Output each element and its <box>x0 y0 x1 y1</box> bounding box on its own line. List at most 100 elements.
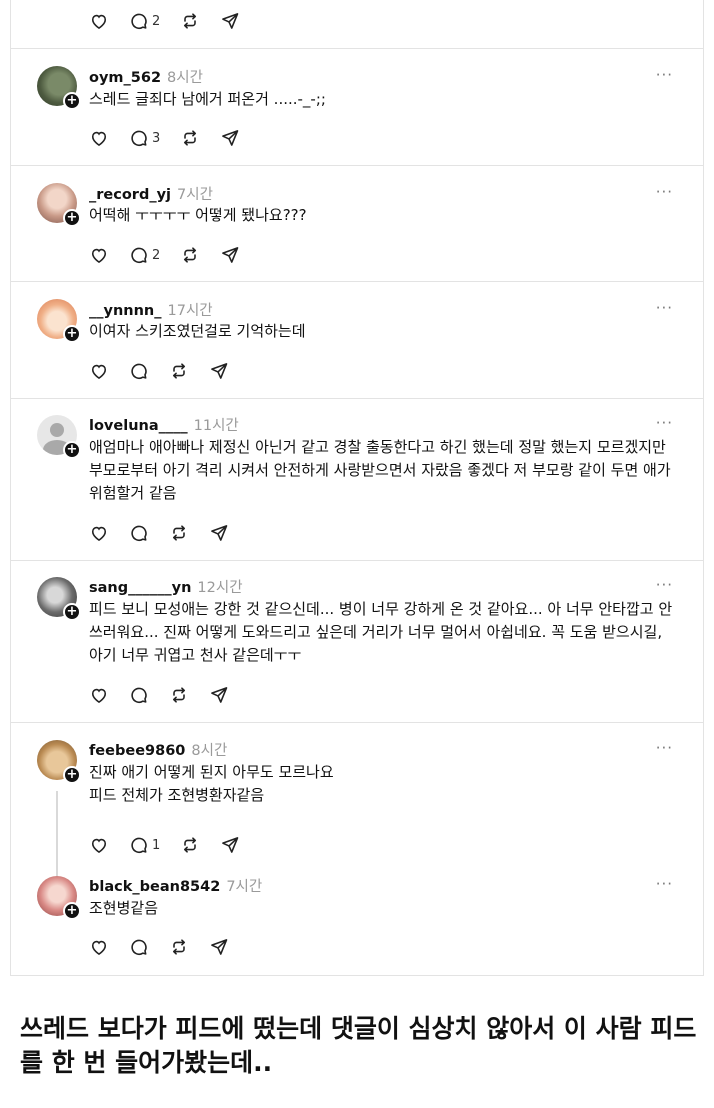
comment-button[interactable] <box>129 685 149 705</box>
share-button[interactable] <box>209 361 229 381</box>
comment-icon <box>131 837 147 854</box>
follow-plus-icon[interactable]: + <box>63 92 81 110</box>
timestamp: 17시간 <box>167 303 213 319</box>
list-item: + loveluna____ 11시간 ··· 애엄마나 애아빠나 제정신 아닌거… <box>11 399 703 561</box>
avatar[interactable]: + <box>37 876 81 920</box>
comment-count: 2 <box>152 247 161 263</box>
avatar[interactable]: + <box>37 183 81 227</box>
share-button[interactable] <box>209 523 229 543</box>
follow-plus-icon[interactable]: + <box>63 902 81 920</box>
repost-button[interactable] <box>180 11 200 31</box>
comment-text: 이여자 스키조였던걸로 기억하는데 <box>89 322 306 340</box>
comment-count: 1 <box>152 837 161 853</box>
repost-icon <box>172 525 186 541</box>
like-button[interactable] <box>89 685 109 705</box>
comment-button[interactable]: 2 <box>129 11 160 31</box>
heart-icon <box>91 838 107 854</box>
repost-icon <box>184 13 197 29</box>
timestamp: 8시간 <box>191 743 228 759</box>
repost-button[interactable] <box>169 685 189 705</box>
avatar[interactable]: + <box>37 299 81 343</box>
like-button[interactable] <box>89 835 109 855</box>
heart-icon <box>91 940 107 956</box>
more-options-icon[interactable]: ··· <box>656 741 673 756</box>
repost-button[interactable] <box>180 128 200 148</box>
more-options-icon[interactable]: ··· <box>656 877 673 892</box>
comment-button[interactable] <box>129 523 149 543</box>
comment-icon <box>131 130 147 147</box>
more-options-icon[interactable]: ··· <box>656 68 673 83</box>
send-icon <box>222 247 239 263</box>
repost-icon <box>184 130 197 146</box>
heart-icon <box>91 526 107 542</box>
list-item: + __ynnnn_ 17시간 ··· 이여자 스키조였던걸로 기억하는데 <box>11 282 703 399</box>
follow-plus-icon[interactable]: + <box>63 603 81 621</box>
send-icon <box>222 837 239 853</box>
username[interactable]: loveluna____ 11시간 <box>89 414 239 435</box>
username[interactable]: sang______yn 12시간 <box>89 576 243 597</box>
comment-icon <box>131 247 147 264</box>
more-options-icon[interactable]: ··· <box>656 416 673 431</box>
comment-button[interactable]: 2 <box>129 245 160 265</box>
username[interactable]: oym_562 8시간 <box>89 66 203 87</box>
share-button[interactable] <box>220 245 240 265</box>
comment-feed: 2 + oym_562 8시간 ··· 스레드 글죄다 남에거 퍼온거 .....… <box>10 0 704 976</box>
comment-icon <box>131 525 147 542</box>
repost-button[interactable] <box>180 835 200 855</box>
comment-text: 진짜 애기 어떻게 된지 아무도 모르나요 피드 전체가 조현병환자같음 <box>89 763 334 804</box>
username[interactable]: __ynnnn_ 17시간 <box>89 299 213 320</box>
comment-text: 스레드 글죄다 남에거 퍼온거 .....-_-;; <box>89 90 326 108</box>
comment-text: 어떡해 ㅜㅜㅜㅜ 어떻게 됐나요??? <box>89 206 307 224</box>
send-icon <box>222 130 239 146</box>
list-item: + sang______yn 12시간 ··· 피드 보니 모성애는 강한 것 같… <box>11 561 703 723</box>
follow-plus-icon[interactable]: + <box>63 209 81 227</box>
like-button[interactable] <box>89 128 109 148</box>
comment-icon <box>131 687 147 704</box>
comment-button[interactable] <box>129 937 149 957</box>
comment-text: 애엄마나 애아빠나 제정신 아닌거 같고 경찰 출동한다고 하긴 했는데 정말 … <box>89 438 676 502</box>
repost-button[interactable] <box>169 361 189 381</box>
username[interactable]: feebee9860 8시간 <box>89 739 227 760</box>
follow-plus-icon[interactable]: + <box>63 766 81 784</box>
repost-button[interactable] <box>169 523 189 543</box>
avatar[interactable]: + <box>37 740 81 784</box>
more-options-icon[interactable]: ··· <box>656 578 673 593</box>
comment-count: 3 <box>152 130 161 146</box>
like-button[interactable] <box>89 523 109 543</box>
share-button[interactable] <box>209 937 229 957</box>
timestamp: 7시간 <box>177 187 213 203</box>
timestamp: 11시간 <box>193 418 239 434</box>
action-bar: 2 <box>89 10 260 32</box>
repost-button[interactable] <box>180 245 200 265</box>
more-options-icon[interactable]: ··· <box>656 301 673 316</box>
avatar[interactable]: + <box>37 577 81 621</box>
like-button[interactable] <box>89 937 109 957</box>
avatar[interactable]: + <box>37 66 81 110</box>
heart-icon <box>91 131 107 147</box>
avatar[interactable]: + <box>37 415 81 459</box>
comment-text: 조현병같음 <box>89 899 159 917</box>
comment-button[interactable]: 1 <box>129 835 160 855</box>
list-item: + oym_562 8시간 ··· 스레드 글죄다 남에거 퍼온거 .....-_… <box>11 49 703 166</box>
repost-button[interactable] <box>169 937 189 957</box>
like-button[interactable] <box>89 361 109 381</box>
action-bar: 2 <box>89 244 260 266</box>
share-button[interactable] <box>209 685 229 705</box>
username[interactable]: black_bean8542 7시간 <box>89 875 262 896</box>
share-button[interactable] <box>220 11 240 31</box>
share-button[interactable] <box>220 128 240 148</box>
repost-icon <box>172 939 186 955</box>
comment-button[interactable]: 3 <box>129 128 160 148</box>
follow-plus-icon[interactable]: + <box>63 325 81 343</box>
like-button[interactable] <box>89 245 109 265</box>
comment-button[interactable] <box>129 361 149 381</box>
send-icon <box>211 939 228 955</box>
more-options-icon[interactable]: ··· <box>656 185 673 200</box>
share-button[interactable] <box>220 835 240 855</box>
like-button[interactable] <box>89 11 109 31</box>
repost-icon <box>184 247 197 263</box>
username[interactable]: _record_yj 7시간 <box>89 183 213 204</box>
heart-icon <box>91 248 107 264</box>
heart-icon <box>91 688 107 704</box>
follow-plus-icon[interactable]: + <box>63 441 81 459</box>
